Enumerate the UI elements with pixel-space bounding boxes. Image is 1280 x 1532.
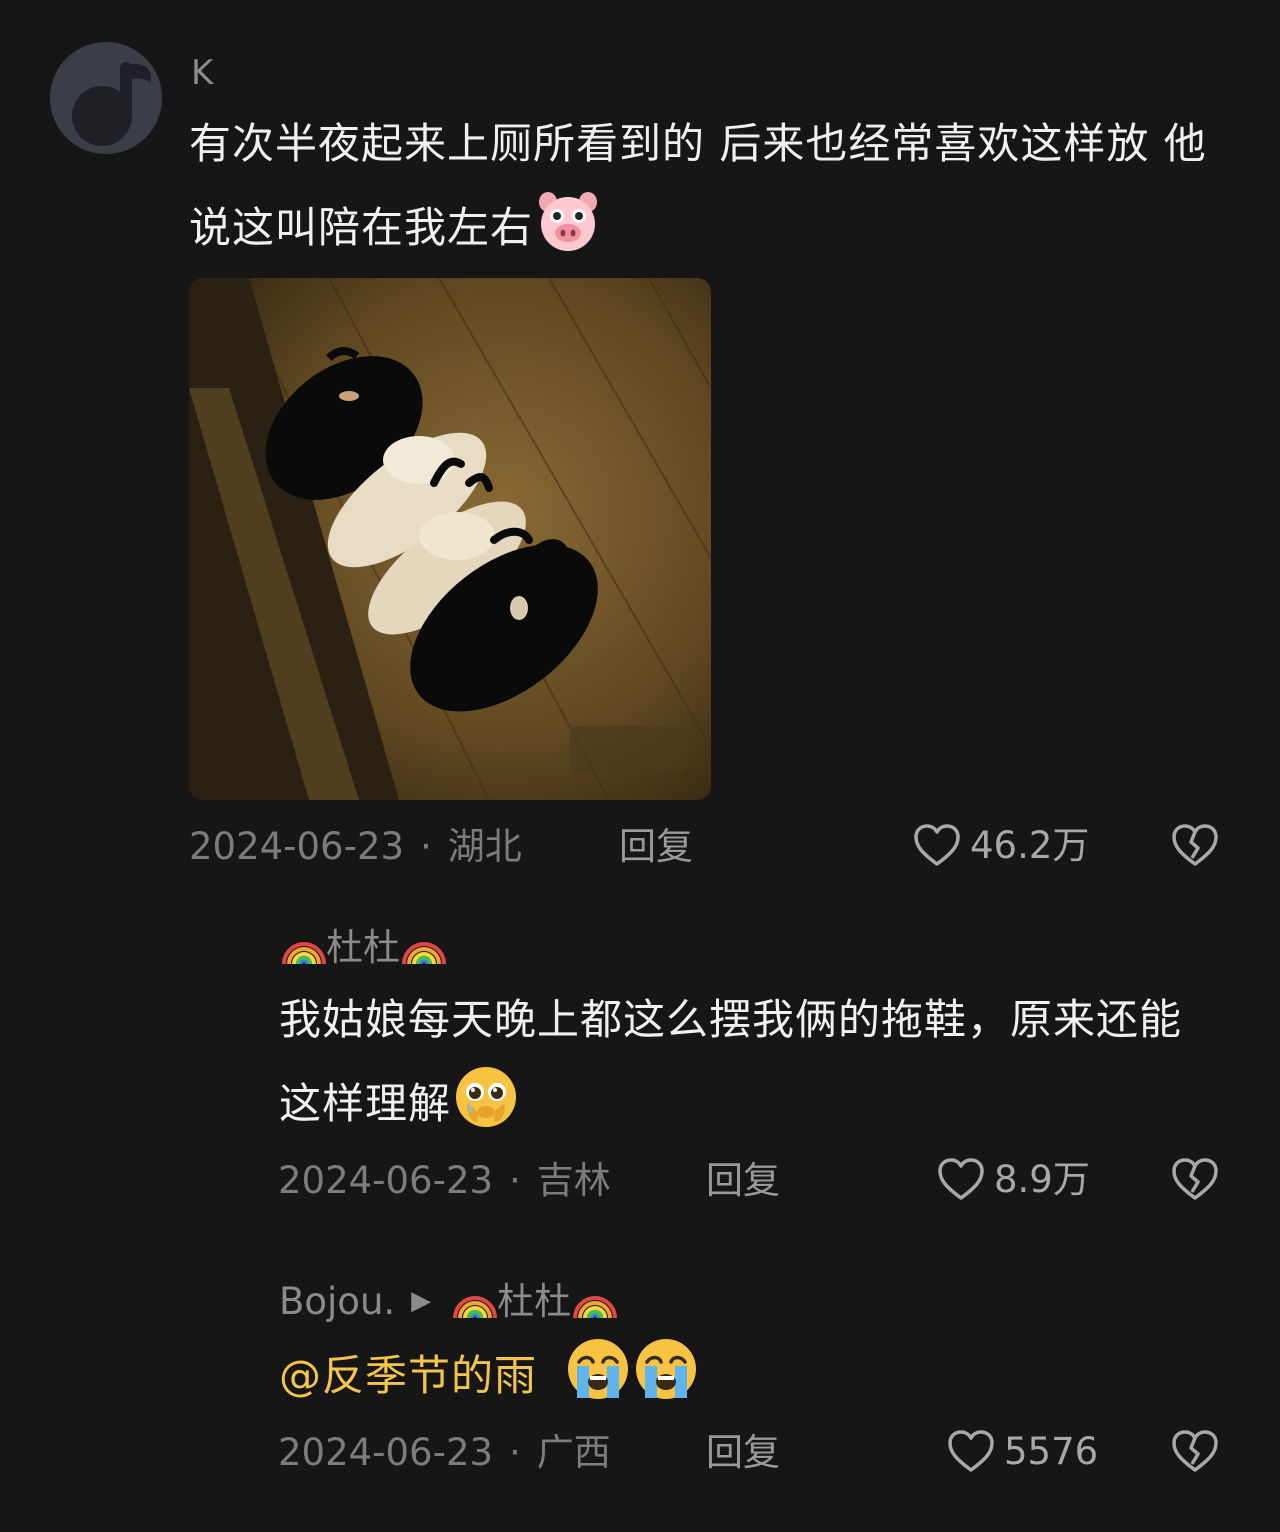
slippers-photo[interactable] [189, 278, 711, 800]
reply-button[interactable]: 回复 [706, 1434, 780, 1471]
heart-icon [948, 1430, 994, 1472]
broken-heart-icon [1172, 1430, 1218, 1472]
reply-1-name-line[interactable]: 杜杜 [280, 928, 446, 966]
reply-button[interactable]: 回复 [619, 828, 693, 865]
rainbow-icon [400, 928, 446, 966]
heart-icon [914, 824, 960, 866]
avatar[interactable] [50, 42, 162, 154]
dislike-button[interactable] [1170, 1156, 1220, 1202]
comment-username[interactable]: K [191, 56, 213, 90]
reply-2-meta: 2024-06-23 · 广西 [278, 1434, 611, 1471]
pig-face-emoji [535, 188, 601, 254]
avatar-default-icon [50, 42, 162, 154]
dislike-button[interactable] [1170, 822, 1220, 868]
reply-1-meta: 2024-06-23 · 吉林 [278, 1162, 611, 1199]
reply-2-location: 广西 [536, 1431, 611, 1474]
like-button[interactable]: 8.9万 [936, 1156, 1090, 1202]
comment-text-content: 有次半夜起来上厕所看到的 后来也经常喜欢这样放 他说这叫陪在我左右 [189, 119, 1207, 252]
reply-1-location: 吉林 [536, 1159, 611, 1202]
reply-2-reply-to: 杜杜 [497, 1279, 572, 1323]
reply-2-date: 2024-06-23 [278, 1431, 494, 1474]
comment-date: 2024-06-23 [189, 825, 405, 868]
comment-meta: 2024-06-23 · 湖北 [189, 828, 522, 865]
reply-2-username: Bojou. [279, 1279, 396, 1323]
reply-2-text: @反季节的雨 [279, 1334, 1219, 1418]
rainbow-icon [571, 1282, 618, 1320]
dislike-button[interactable] [1170, 1428, 1220, 1474]
reply-1-username: 杜杜 [326, 925, 400, 969]
reply-2-name-line[interactable]: Bojou. ▶ 杜杜 [279, 1279, 618, 1323]
like-button[interactable]: 46.2万 [912, 822, 1089, 868]
meta-separator: · [420, 825, 432, 868]
comment-location: 湖北 [447, 825, 522, 868]
meta-separator: · [509, 1159, 521, 1202]
meta-separator: · [509, 1431, 521, 1474]
broken-heart-icon [1172, 824, 1218, 866]
heart-icon [938, 1158, 984, 1200]
broken-heart-icon [1172, 1158, 1218, 1200]
reply-1-text-content: 我姑娘每天晚上都这么摆我俩的拖鞋，原来还能这样理解 [279, 995, 1183, 1128]
reply-arrow-icon: ▶ [411, 1286, 432, 1316]
comment-text: 有次半夜起来上厕所看到的 后来也经常喜欢这样放 他说这叫陪在我左右 [189, 102, 1209, 270]
mention-link[interactable]: @反季节的雨 [279, 1351, 537, 1400]
reply-1-date: 2024-06-23 [278, 1159, 494, 1202]
rainbow-icon [280, 928, 326, 966]
reply-button[interactable]: 回复 [706, 1162, 780, 1199]
pleading-face-emoji [453, 1064, 519, 1130]
like-count: 8.9万 [994, 1157, 1090, 1201]
crying-face-emoji [633, 1336, 699, 1402]
reply-1-text: 我姑娘每天晚上都这么摆我俩的拖鞋，原来还能这样理解 [279, 978, 1219, 1146]
crying-face-emoji [565, 1336, 631, 1402]
like-button[interactable]: 5576 [946, 1428, 1098, 1474]
like-count: 5576 [1004, 1429, 1099, 1473]
like-count: 46.2万 [970, 823, 1090, 867]
rainbow-icon [451, 1282, 498, 1320]
